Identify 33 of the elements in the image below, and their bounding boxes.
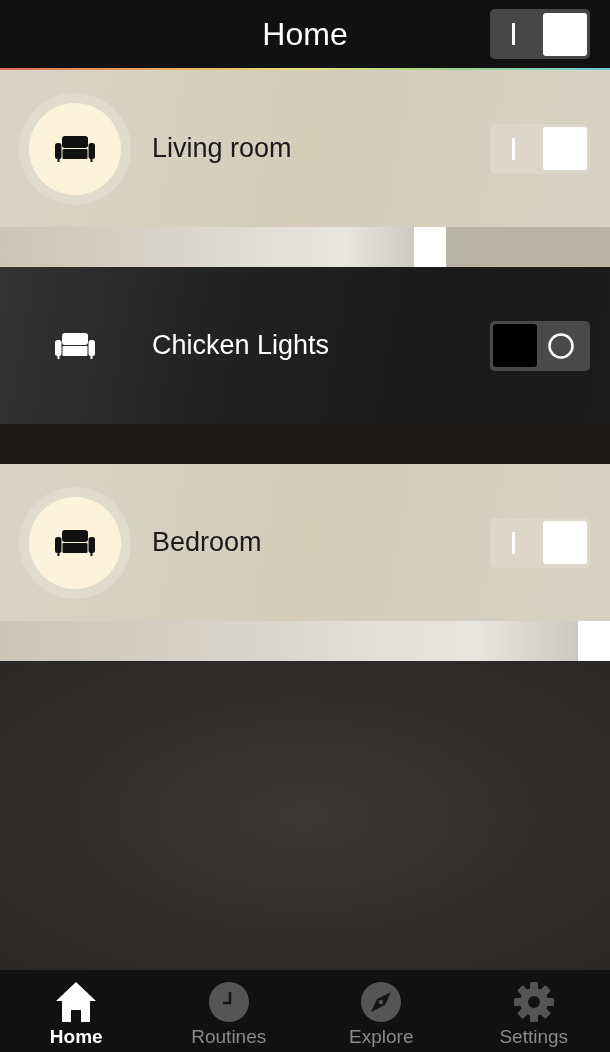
page-title: Home — [262, 15, 348, 53]
sofa-icon — [19, 486, 131, 599]
nav-tab[interactable]: Settings — [457, 970, 610, 1052]
power-toggle[interactable] — [490, 517, 590, 568]
line-icon — [512, 23, 515, 45]
circle-icon — [548, 332, 574, 359]
room-card[interactable]: Bedroom — [0, 464, 610, 661]
gear-icon — [513, 982, 554, 1022]
toggle-knob — [543, 12, 587, 56]
slider-thumb[interactable] — [414, 227, 447, 267]
toggle-knob — [493, 324, 537, 367]
room-name: Chicken Lights — [152, 330, 331, 361]
nav-tab[interactable]: Explore — [305, 970, 458, 1052]
line-icon — [512, 531, 515, 554]
nav-tab[interactable]: Routines — [152, 970, 305, 1052]
compass-icon — [361, 982, 402, 1022]
house-icon — [56, 982, 97, 1022]
toggle-knob — [543, 521, 587, 564]
toggle-knob — [543, 127, 587, 170]
brightness-slider[interactable] — [0, 227, 610, 267]
room-card[interactable]: Living room — [0, 70, 610, 267]
sofa-icon — [55, 332, 95, 359]
power-toggle[interactable] — [490, 320, 590, 371]
room-card[interactable]: Chicken Lights — [0, 267, 610, 464]
power-toggle[interactable] — [490, 9, 590, 59]
line-icon — [512, 137, 515, 160]
slider-thumb[interactable] — [577, 621, 610, 661]
room-name: Bedroom — [152, 527, 263, 558]
power-toggle[interactable] — [490, 123, 590, 174]
sofa-icon — [19, 92, 131, 205]
nav-tab[interactable]: Home — [0, 970, 153, 1052]
room-name: Living room — [152, 133, 293, 164]
clock-icon — [208, 982, 249, 1022]
